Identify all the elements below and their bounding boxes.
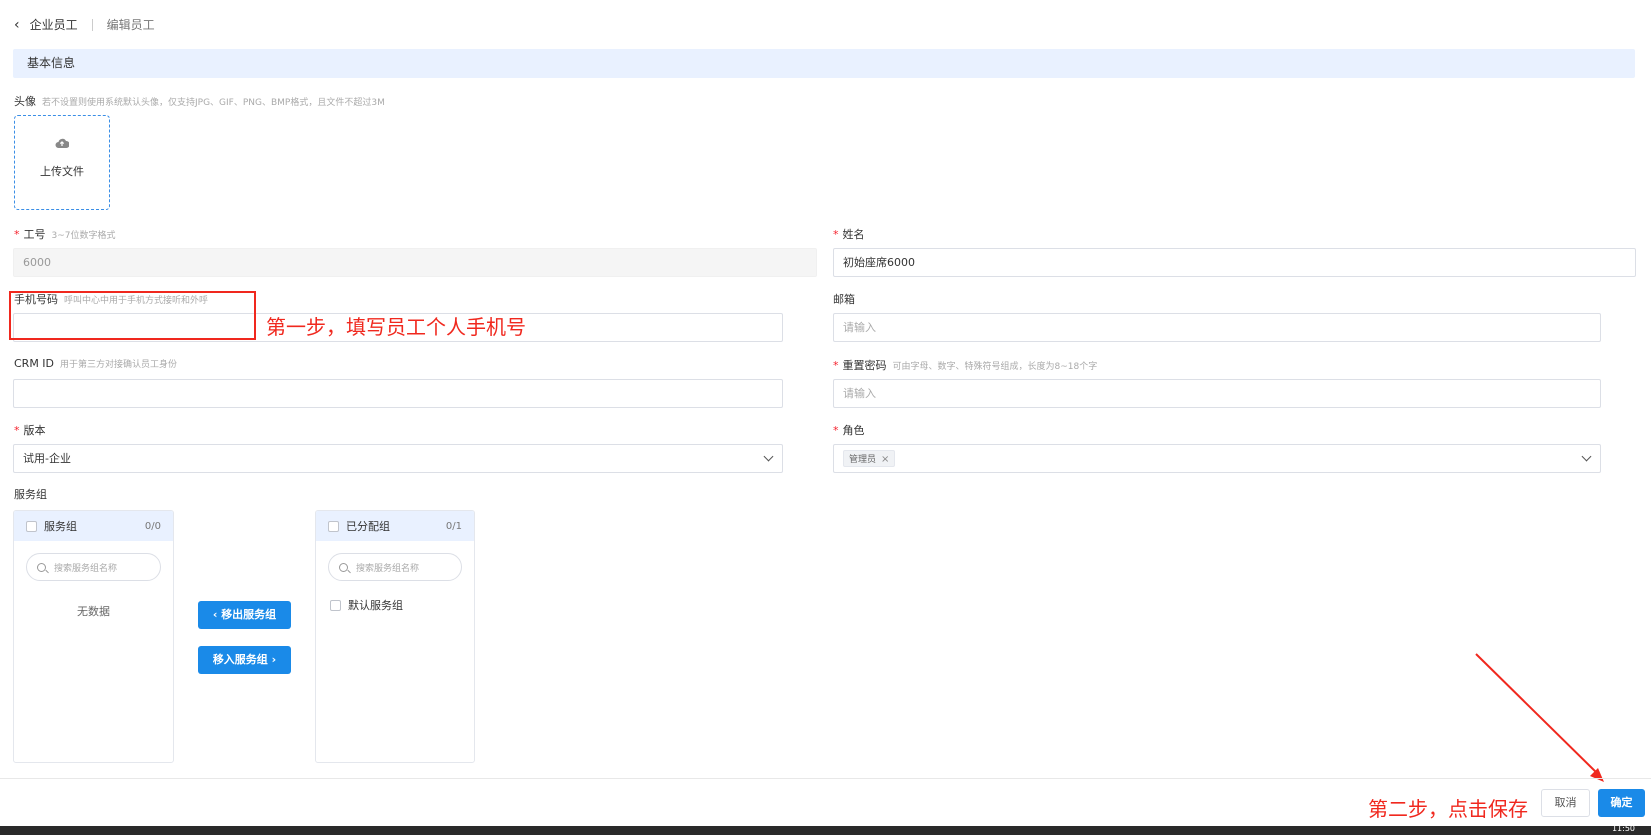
move-in-label: 移入服务组	[212, 653, 268, 666]
cloud-upload-icon	[15, 138, 109, 153]
breadcrumb-current: 编辑员工	[106, 18, 155, 32]
crm-id-hint: 用于第三方对接确认员工身份	[60, 360, 178, 370]
select-all-checkbox[interactable]	[26, 520, 37, 532]
name-label: * 姓名	[833, 226, 865, 242]
avatar-label: 头像 若不设置则使用系统默认头像，仅支持JPG、GIF、PNG、BMP格式，且文件…	[14, 93, 385, 109]
version-value: 试用-企业	[23, 452, 71, 465]
role-tag: 管理员 ×	[843, 450, 896, 467]
upload-label: 上传文件	[40, 165, 84, 178]
assigned-groups-search[interactable]: 搜索服务组名称	[328, 553, 462, 581]
breadcrumb-divider	[91, 18, 93, 31]
confirm-button[interactable]: 确定	[1598, 789, 1645, 817]
item-checkbox[interactable]	[330, 599, 341, 611]
crm-id-field[interactable]	[13, 379, 783, 408]
password-field[interactable]: 请输入	[833, 379, 1601, 408]
avatar-hint: 若不设置则使用系统默认头像，仅支持JPG、GIF、PNG、BMP格式，且文件不超…	[42, 98, 385, 108]
name-label-text: 姓名	[842, 228, 865, 241]
available-groups-panel: 服务组 0/0 搜索服务组名称 无数据	[13, 510, 174, 763]
required-mark: *	[14, 228, 20, 241]
footer-divider	[0, 778, 1651, 779]
list-item-label: 默认服务组	[348, 599, 403, 612]
required-mark: *	[833, 359, 839, 372]
search-placeholder: 搜索服务组名称	[54, 563, 118, 574]
password-hint: 可由字母、数字、特殊符号组成，长度为8~18个字	[892, 362, 1098, 372]
section-header: 基本信息	[13, 49, 1635, 78]
breadcrumb: ‹ 企业员工 编辑员工	[14, 16, 155, 33]
required-mark: *	[833, 228, 839, 241]
move-out-label: 移出服务组	[221, 608, 277, 621]
chevron-left-icon: ‹	[212, 608, 222, 621]
cancel-button[interactable]: 取消	[1541, 789, 1590, 817]
annotation-step1: 第一步，填写员工个人手机号	[266, 315, 526, 339]
search-placeholder: 搜索服务组名称	[356, 563, 420, 574]
required-mark: *	[833, 424, 839, 437]
avatar-upload[interactable]: 上传文件	[14, 115, 110, 210]
chevron-down-icon	[763, 451, 774, 462]
role-tag-label: 管理员	[849, 455, 877, 465]
chevron-right-icon: ›	[267, 653, 277, 666]
service-group-label: 服务组	[14, 488, 47, 501]
search-icon	[37, 562, 46, 572]
assigned-groups-header: 已分配组 0/1	[316, 511, 474, 541]
version-label-text: 版本	[23, 424, 46, 437]
employee-id-field: 6000	[13, 248, 817, 277]
role-label-text: 角色	[842, 424, 865, 437]
taskbar-clock: 11:50	[1611, 824, 1635, 833]
search-icon	[339, 562, 348, 572]
available-groups-title: 服务组	[44, 520, 77, 533]
available-groups-search[interactable]: 搜索服务组名称	[26, 553, 161, 581]
assigned-groups-count: 0/1	[445, 520, 462, 532]
employee-id-label: * 工号 3~7位数字格式	[14, 226, 116, 242]
empty-text: 无数据	[77, 605, 110, 618]
move-out-button[interactable]: ‹ 移出服务组	[198, 601, 291, 629]
role-label: * 角色	[833, 422, 865, 438]
back-chevron-icon[interactable]: ‹	[14, 17, 20, 33]
annotation-highlight-box	[9, 291, 256, 340]
assigned-groups-title: 已分配组	[346, 520, 390, 533]
move-in-button[interactable]: 移入服务组 ›	[198, 646, 291, 674]
email-field[interactable]: 请输入	[833, 313, 1601, 342]
select-all-checkbox[interactable]	[328, 520, 339, 532]
avatar-label-text: 头像	[14, 95, 36, 108]
version-select[interactable]: 试用-企业	[13, 444, 783, 473]
version-label: * 版本	[14, 422, 46, 438]
assigned-groups-panel: 已分配组 0/1 搜索服务组名称 默认服务组	[315, 510, 475, 763]
crm-id-label-text: CRM ID	[14, 357, 55, 370]
annotation-arrow	[1475, 653, 1604, 782]
annotation-step2: 第二步，点击保存	[1368, 797, 1528, 821]
name-field[interactable]: 初始座席6000	[833, 248, 1636, 277]
chevron-down-icon	[1581, 451, 1592, 462]
employee-id-hint: 3~7位数字格式	[51, 231, 116, 241]
available-groups-header: 服务组 0/0	[14, 511, 173, 541]
required-mark: *	[14, 424, 20, 437]
password-label: * 重置密码 可由字母、数字、特殊符号组成，长度为8~18个字	[833, 357, 1097, 373]
employee-id-label-text: 工号	[23, 228, 46, 241]
breadcrumb-parent[interactable]: 企业员工	[30, 16, 78, 33]
list-item[interactable]: 默认服务组	[330, 597, 474, 613]
password-label-text: 重置密码	[842, 359, 887, 372]
taskbar: 11:50	[0, 824, 1651, 835]
available-groups-count: 0/0	[144, 520, 161, 532]
close-icon[interactable]: ×	[881, 454, 889, 465]
email-label: 邮箱	[833, 293, 855, 306]
crm-id-label: CRM ID 用于第三方对接确认员工身份	[14, 357, 177, 370]
role-select[interactable]: 管理员 ×	[833, 444, 1601, 473]
